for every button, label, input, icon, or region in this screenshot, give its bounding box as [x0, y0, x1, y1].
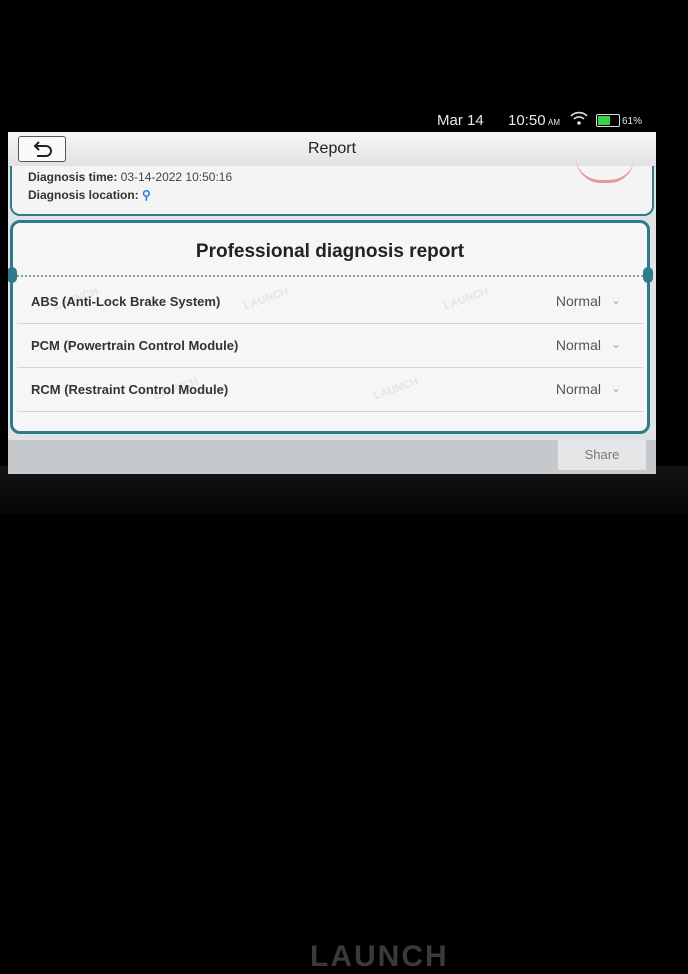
bottom-toolbar: Share	[8, 440, 656, 474]
chevron-down-icon[interactable]: ⌄	[611, 293, 621, 307]
diagnosis-time-label: Diagnosis time:	[28, 170, 118, 184]
battery-percent: 61%	[622, 116, 643, 127]
card-notch-right	[643, 267, 653, 283]
device-screen: Mar 14 10:50 AM 61% Report Diagnosis tim…	[8, 106, 656, 474]
location-pin-icon[interactable]: ⚲	[142, 188, 151, 202]
status-date: Mar 14	[437, 112, 484, 129]
page-title: Report	[307, 140, 357, 157]
chevron-down-icon[interactable]: ⌄	[611, 381, 621, 395]
stamp-mark	[576, 158, 634, 183]
module-status: Normal	[555, 337, 601, 353]
card-notch-left	[8, 267, 17, 283]
report-title: Professional diagnosis report	[195, 241, 465, 262]
module-row[interactable]: ABS (Anti-Lock Brake System) Normal ⌄	[17, 279, 643, 324]
module-status: Normal	[555, 293, 601, 309]
share-button[interactable]: Share	[558, 440, 646, 470]
report-card: LAUNCH LAUNCH LAUNCH LAUNCH LAUNCH Profe…	[8, 220, 653, 434]
module-row[interactable]: PCM (Powertrain Control Module) Normal ⌄	[17, 323, 643, 368]
device-logo: LAUNCH	[310, 940, 449, 973]
module-name: PCM (Powertrain Control Module)	[31, 338, 239, 353]
status-time: 10:50	[508, 112, 546, 129]
module-name: ABS (Anti-Lock Brake System)	[31, 294, 221, 309]
diagnosis-time-value: 03-14-2022 10:50:16	[120, 170, 233, 184]
battery-icon	[596, 114, 620, 127]
dotted-divider	[17, 275, 643, 277]
diagnosis-time: Diagnosis time: 03-14-2022 10:50:16	[28, 170, 232, 184]
diagnosis-location-label: Diagnosis location:	[28, 188, 139, 202]
title-bar: Report	[8, 132, 656, 167]
status-bar: Mar 14 10:50 AM 61%	[8, 106, 656, 132]
wifi-icon	[570, 110, 588, 130]
diagnosis-location: Diagnosis location: ⚲	[28, 188, 151, 202]
chevron-down-icon[interactable]: ⌄	[611, 337, 621, 351]
module-row[interactable]: RCM (Restraint Control Module) Normal ⌄	[17, 367, 643, 412]
status-ampm: AM	[548, 118, 560, 127]
diagnosis-info-card: Diagnosis time: 03-14-2022 10:50:16 Diag…	[10, 166, 654, 216]
module-status: Normal	[555, 381, 601, 397]
module-name: RCM (Restraint Control Module)	[31, 382, 229, 397]
